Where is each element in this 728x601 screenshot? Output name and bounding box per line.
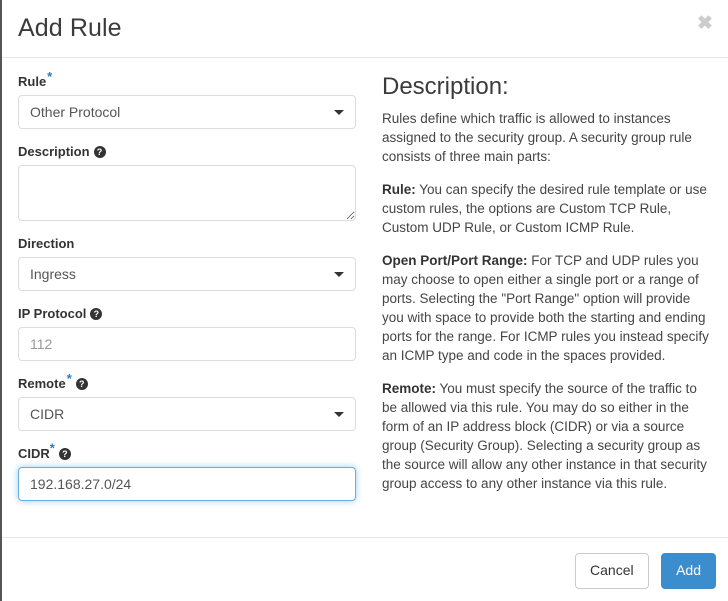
- cidr-input[interactable]: [18, 467, 356, 501]
- remote-select-wrap: CIDR: [18, 397, 356, 431]
- help-circle-icon[interactable]: ?: [93, 146, 106, 158]
- description-paragraph-lead: Open Port/Port Range:: [382, 253, 528, 269]
- dialog-footer: Cancel Add: [2, 537, 728, 601]
- description-paragraph: Rule: You can specify the desired rule t…: [382, 180, 712, 237]
- remote-select[interactable]: CIDR: [18, 397, 356, 431]
- description-textarea[interactable]: [18, 165, 356, 221]
- remote-label: Remote*?: [18, 372, 356, 392]
- cidr-required-asterisk: *: [49, 440, 55, 456]
- rule-label: Rule*: [18, 70, 356, 90]
- rule-required-asterisk: *: [47, 68, 53, 84]
- field-ip-protocol: IP Protocol?: [18, 306, 356, 361]
- field-remote: Remote*? CIDR: [18, 372, 356, 431]
- rule-form: Rule* Other Protocol Description? Direct…: [18, 70, 370, 537]
- description-heading: Description:: [382, 73, 509, 100]
- field-direction: Direction Ingress: [18, 236, 356, 291]
- direction-label: Direction: [18, 236, 75, 251]
- field-rule: Rule* Other Protocol: [18, 70, 356, 129]
- help-circle-icon[interactable]: ?: [75, 378, 88, 390]
- ip-protocol-label-text: IP Protocol: [18, 306, 87, 321]
- cancel-button[interactable]: Cancel: [575, 553, 649, 589]
- rule-select-wrap: Other Protocol: [18, 95, 356, 129]
- add-button[interactable]: Add: [661, 553, 716, 589]
- rule-label-text: Rule: [18, 74, 47, 89]
- description-label: Description?: [18, 144, 356, 160]
- field-cidr: CIDR*?: [18, 442, 356, 501]
- rule-select[interactable]: Other Protocol: [18, 95, 356, 129]
- description-paragraph: Remote: You must specify the source of t…: [382, 379, 712, 493]
- description-panel: Description: Rules define which traffic …: [370, 73, 712, 537]
- description-paragraph: Rules define which traffic is allowed to…: [382, 109, 712, 166]
- dialog-body: Rule* Other Protocol Description? Direct…: [2, 58, 728, 537]
- description-paragraph-text: For TCP and UDP rules you may choose to …: [382, 253, 709, 364]
- description-paragraph-text: You can specify the desired rule templat…: [382, 182, 707, 236]
- description-paragraph-lead: Rule:: [382, 182, 416, 198]
- close-icon[interactable]: ✖: [694, 12, 716, 34]
- description-label-text: Description: [18, 144, 90, 159]
- remote-label-text: Remote: [18, 376, 66, 391]
- ip-protocol-label: IP Protocol?: [18, 306, 356, 322]
- add-rule-dialog: Add Rule ✖ Rule* Other Protocol Descript…: [0, 0, 728, 601]
- direction-select[interactable]: Ingress: [18, 257, 356, 291]
- help-circle-icon[interactable]: ?: [58, 448, 71, 460]
- dialog-header: Add Rule ✖: [2, 0, 728, 58]
- description-paragraph-text: Rules define which traffic is allowed to…: [382, 111, 692, 165]
- ip-protocol-input[interactable]: [18, 327, 356, 361]
- help-circle-icon[interactable]: ?: [90, 308, 103, 320]
- description-paragraph: Open Port/Port Range: For TCP and UDP ru…: [382, 251, 712, 365]
- description-paragraph-text: You must specify the source of the traff…: [382, 381, 707, 492]
- dialog-title: Add Rule: [18, 14, 122, 42]
- remote-required-asterisk: *: [66, 370, 72, 386]
- field-description: Description?: [18, 144, 356, 221]
- direction-select-wrap: Ingress: [18, 257, 356, 291]
- cidr-label: CIDR*?: [18, 442, 356, 462]
- cidr-label-text: CIDR: [18, 446, 50, 461]
- description-paragraph-lead: Remote:: [382, 381, 437, 397]
